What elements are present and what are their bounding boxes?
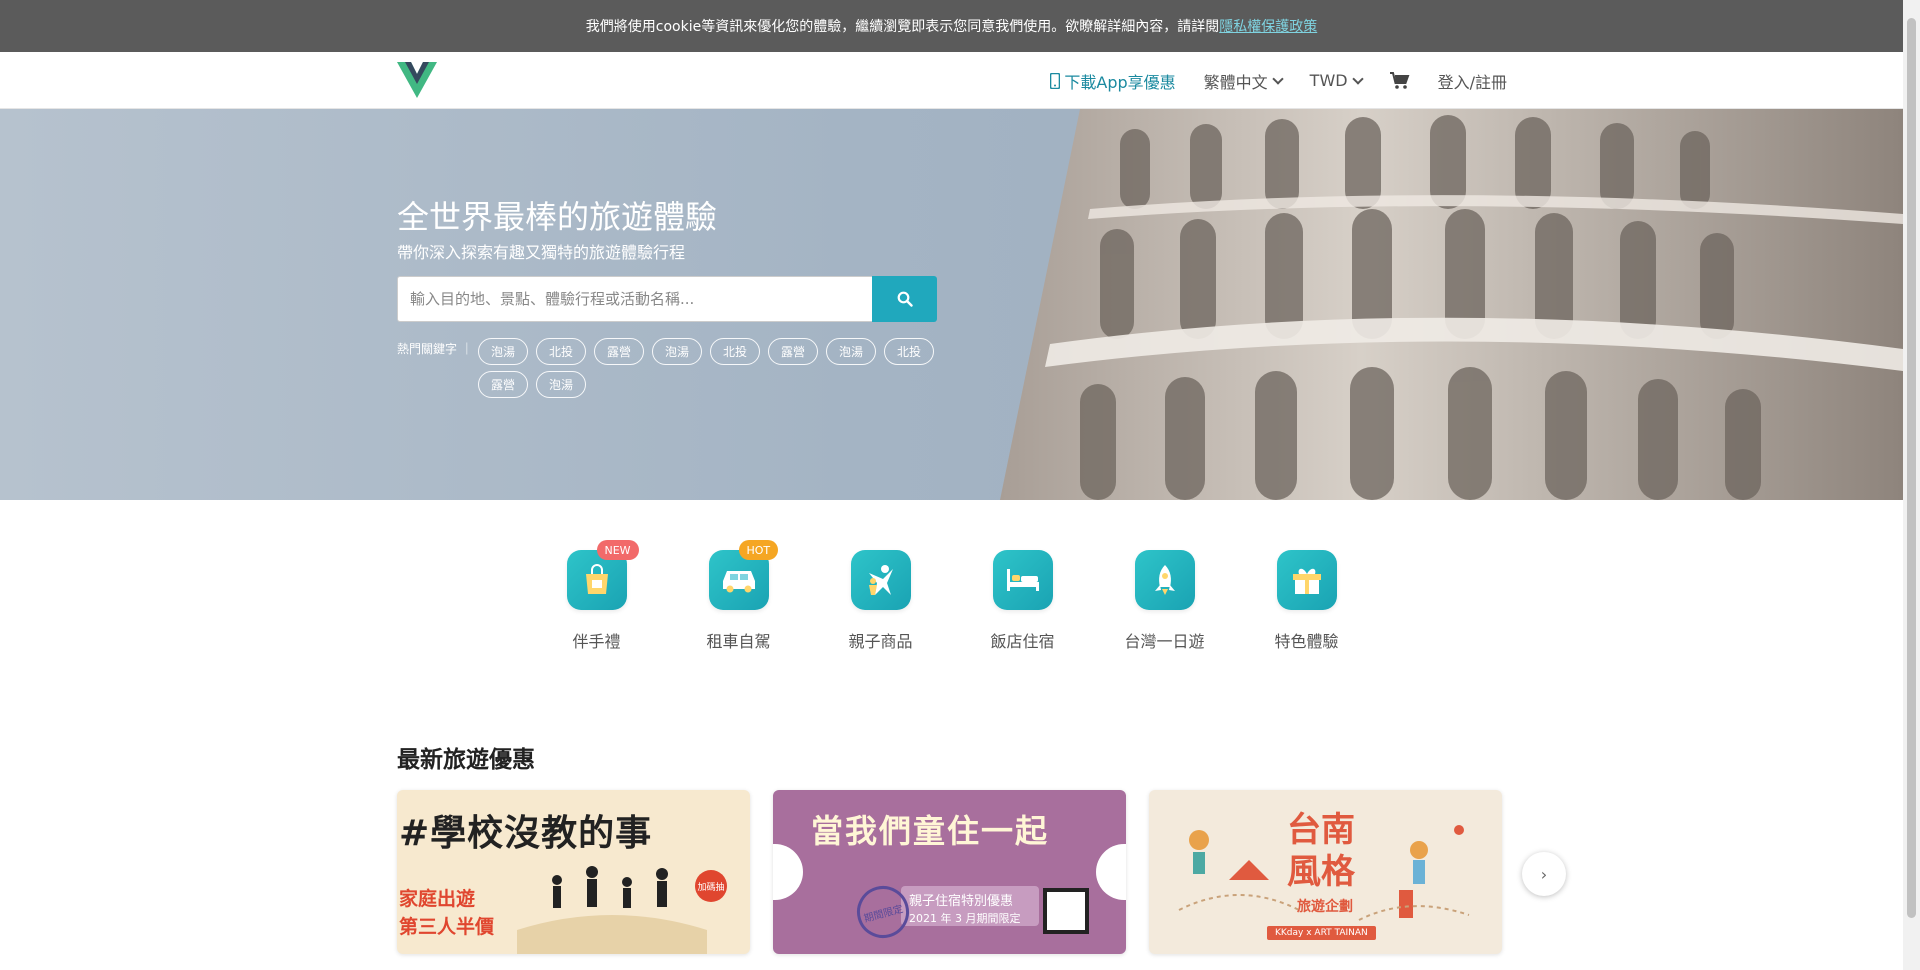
download-app-link[interactable]: 下載App享優惠 <box>1050 69 1176 93</box>
hero-subtitle: 帶你深入探索有趣又獨特的旅遊體驗行程 <box>397 243 686 262</box>
cookie-banner: 我們將使用cookie等資訊來優化您的體驗，繼續瀏覽即表示您同意我們使用。欲瞭解… <box>0 0 1903 52</box>
keyword-tag[interactable]: 泡湯 <box>826 338 876 365</box>
keyword-tag[interactable]: 露營 <box>594 338 644 365</box>
hero-title: 全世界最棒的旅遊體驗 <box>397 198 718 236</box>
keyword-tag[interactable]: 北投 <box>710 338 760 365</box>
hot-keyword-tags: 泡湯 北投 露營 泡湯 北投 露營 泡湯 北投 露營 泡湯 <box>478 338 948 398</box>
keyword-tag[interactable]: 露營 <box>478 371 528 398</box>
keyword-tag[interactable]: 露營 <box>768 338 818 365</box>
keyword-tag[interactable]: 泡湯 <box>652 338 702 365</box>
keyword-tag[interactable]: 泡湯 <box>478 338 528 365</box>
leaning-tower-photo <box>1000 109 1903 500</box>
category-label: 飯店住宿 <box>990 632 1055 651</box>
card-headline: 當我們童住一起 <box>811 812 1050 850</box>
card-line2: 第三人半價 <box>399 916 495 938</box>
card-line1: 親子住宿特別優惠 <box>909 894 1014 909</box>
deal-card-family-stay[interactable]: 當我們童住一起 親子住宿特別優惠 2021 年 3 月期間限定 期間限定 <box>773 790 1126 954</box>
category-family[interactable]: 親子商品 <box>848 550 913 652</box>
category-row: NEW 伴手禮 HOT 租車自駕 親子商品 飯店住宿 台灣一日遊 特色體驗 <box>0 540 1903 652</box>
category-hotel[interactable]: 飯店住宿 <box>990 550 1055 652</box>
page-scrollbar[interactable] <box>1903 0 1920 970</box>
card-line1: 家庭出遊 <box>399 888 476 910</box>
logo-icon[interactable] <box>397 62 437 98</box>
category-label: 伴手禮 <box>572 632 621 651</box>
keyword-tag[interactable]: 北投 <box>536 338 586 365</box>
category-label: 租車自駕 <box>706 632 771 651</box>
currency-dropdown[interactable]: TWD <box>1310 71 1364 90</box>
login-link[interactable]: 登入/註冊 <box>1438 69 1507 93</box>
hot-keywords-label: 熱門關鍵字 ｜ <box>397 342 473 356</box>
language-dropdown[interactable]: 繁體中文 <box>1204 69 1284 93</box>
carousel-next-button[interactable]: › <box>1522 852 1566 896</box>
search-bar <box>397 276 937 322</box>
category-car-rental[interactable]: HOT 租車自駕 <box>706 540 779 652</box>
rocket-icon <box>1134 550 1195 610</box>
keyword-tag[interactable]: 泡湯 <box>536 371 586 398</box>
hot-badge: HOT <box>738 540 779 560</box>
gift-box-icon <box>1276 550 1337 610</box>
site-header: 下載App享優惠 繁體中文 TWD 登入/註冊 <box>0 52 1903 109</box>
keyword-tag[interactable]: 北投 <box>884 338 934 365</box>
deal-card-tainan[interactable]: 台南 風格 旅遊企劃 KKday x ART TAINAN <box>1149 790 1502 954</box>
scroll-thumb[interactable] <box>1907 18 1916 918</box>
bed-icon <box>992 550 1053 610</box>
deal-card-school[interactable]: #學校沒教的事 家庭出遊 第三人半價 加碼抽 <box>397 790 750 954</box>
category-souvenir[interactable]: NEW 伴手禮 <box>566 540 639 652</box>
deals-section-title: 最新旅遊優惠 <box>397 747 535 773</box>
category-label: 親子商品 <box>848 632 913 651</box>
family-icon <box>850 550 911 610</box>
cookie-text: 我們將使用cookie等資訊來優化您的體驗，繼續瀏覽即表示您同意我們使用。欲瞭解… <box>585 19 1220 35</box>
qr-code-icon <box>1043 888 1089 934</box>
search-icon <box>897 291 913 307</box>
tainan-illustration <box>1178 825 1470 921</box>
category-day-tour[interactable]: 台灣一日遊 <box>1125 550 1205 652</box>
chevron-down-icon <box>1272 72 1284 85</box>
cart-icon[interactable] <box>1389 71 1410 90</box>
phone-icon <box>1050 72 1061 89</box>
privacy-policy-link[interactable]: 隱私權保護政策 <box>1219 16 1317 36</box>
hero-banner: 全世界最棒的旅遊體驗 帶你深入探索有趣又獨特的旅遊體驗行程 熱門關鍵字 ｜ 泡湯… <box>0 109 1903 500</box>
family-book-illustration <box>517 866 707 954</box>
category-label: 台灣一日遊 <box>1124 632 1205 651</box>
deal-cards: #學校沒教的事 家庭出遊 第三人半價 加碼抽 當我們童住一起 親子住宿特別優惠 … <box>397 790 1502 954</box>
search-button[interactable] <box>872 276 937 322</box>
category-experience[interactable]: 特色體驗 <box>1274 550 1339 652</box>
search-input[interactable] <box>397 276 872 322</box>
category-label: 特色體驗 <box>1274 632 1339 651</box>
card-line2: 2021 年 3 月期間限定 <box>909 912 1021 925</box>
chevron-down-icon <box>1351 72 1364 85</box>
header-nav: 下載App享優惠 繁體中文 TWD 登入/註冊 <box>1050 52 1507 109</box>
new-badge: NEW <box>596 540 639 560</box>
card-headline: #學校沒教的事 <box>399 813 653 854</box>
